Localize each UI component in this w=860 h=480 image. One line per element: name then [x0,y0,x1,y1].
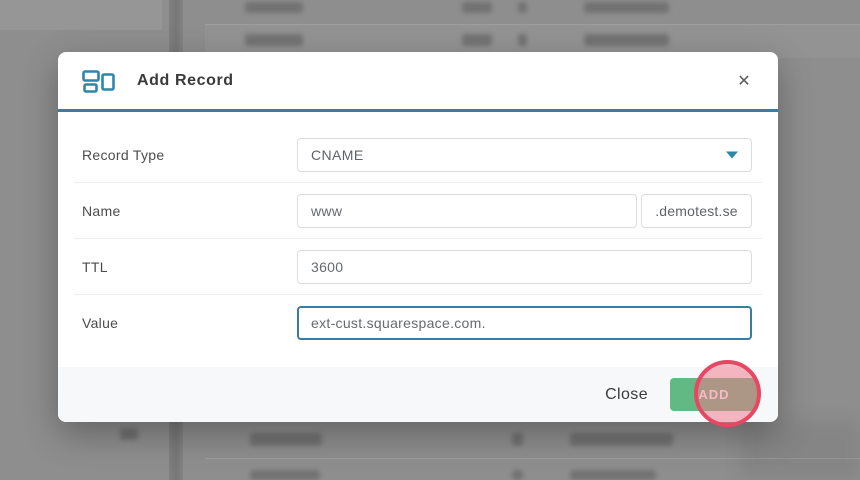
record-type-row: Record Type CNAME [74,127,762,183]
record-type-value: CNAME [311,146,364,163]
blurred-cell [518,34,527,46]
blurred-cell [462,2,492,13]
blurred-cell [584,34,669,46]
name-row: Name .demotest.se [74,183,762,239]
add-record-dialog: Add Record ✕ Record Type CNAME Name .dem… [58,52,778,422]
value-row: Value [74,295,762,351]
name-label: Name [82,202,121,219]
close-button[interactable]: Close [605,386,648,404]
add-button[interactable]: ADD [670,378,758,411]
blurred-cell [250,433,322,446]
dialog-title: Add Record [137,71,234,89]
blurred-cell [584,2,669,13]
dialog-header: Add Record ✕ [58,52,778,109]
blurred-cell [518,2,527,13]
close-icon[interactable]: ✕ [732,69,756,93]
record-layout-icon [82,69,115,93]
blurred-cell [120,428,138,440]
dialog-footer: Close ADD [58,367,778,422]
blurred-cell [512,470,523,480]
blurred-cell [245,2,303,13]
value-input[interactable] [297,306,752,340]
name-input[interactable] [297,193,637,228]
record-type-select[interactable]: CNAME [297,137,752,172]
record-type-label: Record Type [82,146,165,163]
blurred-cell [245,34,303,46]
blurred-cell [250,470,320,480]
blurred-shading [740,420,860,480]
blurred-cell [512,433,523,446]
ttl-input[interactable] [297,249,752,284]
ttl-row: TTL [74,239,762,295]
blurred-cell [462,34,492,46]
value-label: Value [82,315,119,331]
domain-suffix: .demotest.se [641,193,752,228]
blurred-page-corner [0,0,162,30]
blurred-cell [570,433,673,446]
ttl-label: TTL [82,258,108,275]
dialog-body: Record Type CNAME Name .demotest.se TTL … [58,112,778,351]
chevron-down-icon [726,151,738,158]
blurred-cell [570,470,656,480]
